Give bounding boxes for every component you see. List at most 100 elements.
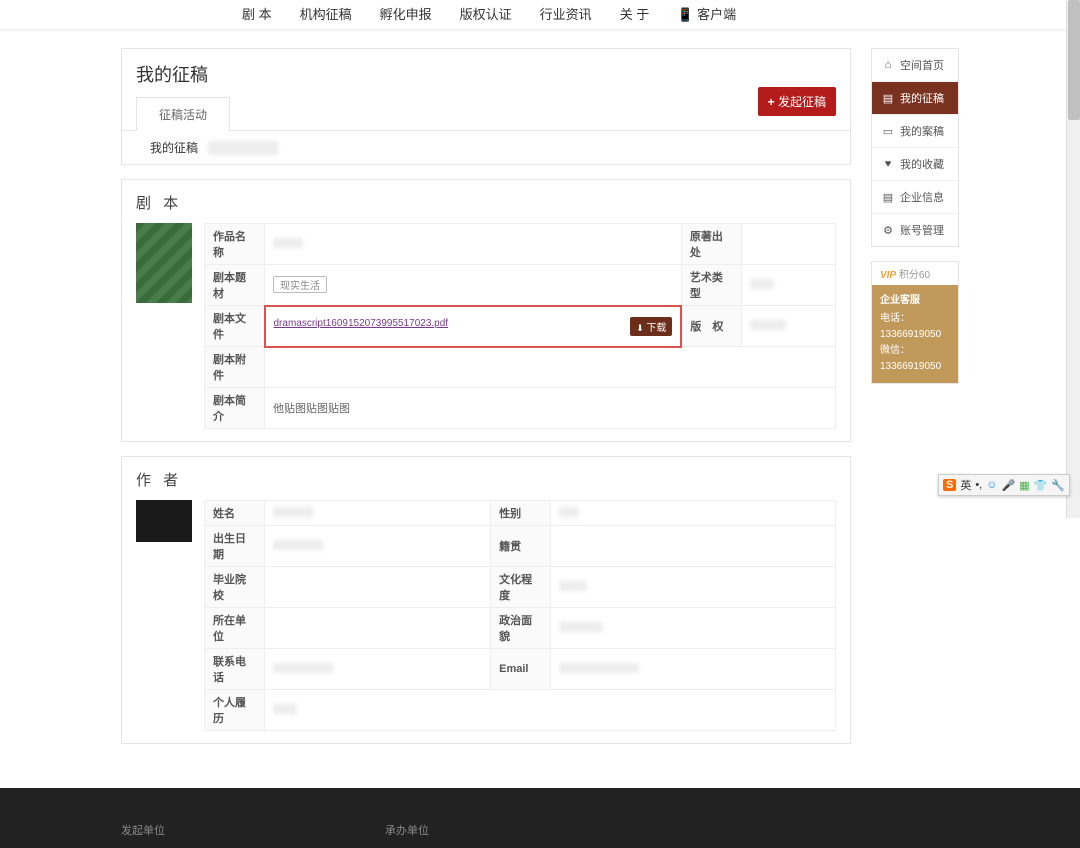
case-icon: ▭: [882, 125, 894, 137]
label-copyright: 版 权: [681, 306, 741, 347]
page-title: 我的征稿: [136, 61, 836, 87]
vip-box: VIP 积分60 企业客服 电话： 13366919050 微信： 13366919…: [871, 261, 959, 384]
vip-phone-label: 电话：: [880, 313, 910, 324]
ime-voice-icon[interactable]: 🎤: [1001, 479, 1015, 492]
label-birth: 出生日期: [205, 526, 265, 567]
sidebar-item-my-drafts[interactable]: ▭ 我的案稿: [872, 115, 958, 148]
gear-icon: ⚙: [882, 224, 894, 236]
download-button[interactable]: 下载: [630, 317, 672, 336]
theme-tag: 现实生活: [273, 276, 327, 293]
nav-copyright[interactable]: 版权认证: [446, 0, 526, 30]
nav-incubate[interactable]: 孵化申报: [366, 0, 446, 30]
author-section-title: 作 者: [136, 469, 836, 490]
doc-icon: ▤: [882, 92, 894, 104]
sidebar-item-company[interactable]: ▤ 企业信息: [872, 181, 958, 214]
script-poster: [136, 223, 192, 303]
author-detail-table: 姓名 性别 出生日期 籍贯 毕业院校 文化程度: [204, 500, 836, 731]
ime-tools-icon[interactable]: 👕: [1034, 479, 1048, 492]
label-work-name: 作品名称: [205, 224, 265, 265]
footer-left: 发起单位: [121, 822, 165, 838]
redacted-value: [750, 279, 774, 289]
heart-icon: ♥: [882, 158, 894, 170]
label-intro: 剧本简介: [205, 388, 265, 429]
vip-wechat: 13366919050: [880, 361, 941, 372]
label-school: 毕业院校: [205, 567, 265, 608]
ime-settings-icon[interactable]: 🔧: [1051, 479, 1065, 492]
home-icon: ⌂: [882, 59, 894, 71]
sidebar-item-my-calls[interactable]: ▤ 我的征稿: [872, 82, 958, 115]
sidebar-item-label: 账号管理: [900, 222, 944, 238]
label-name: 姓名: [205, 501, 265, 526]
nav-client[interactable]: 📱 客户端: [663, 0, 750, 30]
sogou-icon[interactable]: S: [943, 479, 956, 491]
vip-points: 积分60: [899, 270, 930, 281]
ime-lang[interactable]: 英: [960, 477, 971, 493]
ime-emoji-icon[interactable]: ☺: [986, 479, 997, 491]
vip-body: 企业客服 电话： 13366919050 微信： 13366919050: [872, 285, 958, 383]
label-attachment: 剧本附件: [205, 347, 265, 388]
nav-about[interactable]: 关 于: [606, 0, 664, 30]
redacted-value: [273, 704, 297, 714]
page-footer: 发起单位 承办单位: [0, 788, 1080, 848]
ime-toolbar[interactable]: S 英 •, ☺ 🎤 ▦ 👕 🔧: [938, 474, 1070, 496]
redacted-value: [559, 663, 639, 673]
script-file-link[interactable]: dramascript1609152073995517023.pdf: [274, 318, 449, 329]
label-phone: 联系电话: [205, 649, 265, 690]
school-value: [265, 567, 491, 608]
sidebar-item-label: 企业信息: [900, 189, 944, 205]
info-icon: ▤: [882, 191, 894, 203]
launch-call-button[interactable]: 发起征稿: [758, 87, 836, 116]
sidebar-item-label: 我的征稿: [900, 90, 944, 106]
label-art-type: 艺术类型: [681, 265, 741, 306]
tab-call-activity[interactable]: 征稿活动: [136, 97, 230, 131]
label-politics: 政治面貌: [491, 608, 551, 649]
scrollbar-thumb[interactable]: [1068, 0, 1080, 120]
label-nationality: 籍贯: [491, 526, 551, 567]
sidebar-item-label: 我的案稿: [900, 123, 944, 139]
nav-news[interactable]: 行业资讯: [526, 0, 606, 30]
nav-script[interactable]: 剧 本: [228, 0, 286, 30]
redacted-value: [750, 320, 786, 330]
redacted-value: [273, 663, 333, 673]
footer-right: 承办单位: [385, 822, 429, 838]
redacted-value: [559, 507, 579, 517]
vip-tag: VIP: [880, 270, 896, 281]
ime-skin-icon[interactable]: ▦: [1019, 479, 1029, 492]
label-unit: 所在单位: [205, 608, 265, 649]
scrollbar[interactable]: [1066, 0, 1080, 518]
nav-org-call[interactable]: 机构征稿: [286, 0, 366, 30]
label-email: Email: [491, 649, 551, 690]
label-script-file: 剧本文件: [205, 306, 265, 347]
redacted-value: [273, 238, 303, 248]
redacted-value: [273, 507, 313, 517]
sidebar-item-home[interactable]: ⌂ 空间首页: [872, 49, 958, 82]
redacted-value: [559, 622, 603, 632]
label-resume: 个人履历: [205, 690, 265, 731]
my-drafts-row: 我的征稿: [136, 131, 836, 164]
intro-value: 他贴图贴图贴图: [265, 388, 836, 429]
side-menu: ⌂ 空间首页 ▤ 我的征稿 ▭ 我的案稿 ♥ 我的收藏 ▤ 企业信息 ⚙ 账号管…: [871, 48, 959, 247]
vip-head: VIP 积分60: [872, 262, 958, 285]
sidebar-item-account[interactable]: ⚙ 账号管理: [872, 214, 958, 246]
script-section-title: 剧 本: [136, 192, 836, 213]
sidebar-item-favorites[interactable]: ♥ 我的收藏: [872, 148, 958, 181]
author-section: 作 者 姓名 性别 出生日期 籍贯: [121, 456, 851, 744]
redacted-value: [273, 540, 323, 550]
script-file-cell: dramascript1609152073995517023.pdf 下载: [265, 306, 682, 347]
redacted-value: [559, 581, 587, 591]
vip-wechat-label: 微信：: [880, 345, 910, 356]
script-detail-table: 作品名称 原著出处 剧本题材 现实生活 艺术类型 剧本文件: [204, 223, 836, 429]
script-section: 剧 本 作品名称 原著出处 剧本题材 现实生活 艺术类型: [121, 179, 851, 442]
vip-title: 企业客服: [880, 293, 950, 309]
sidebar-item-label: 我的收藏: [900, 156, 944, 172]
tabs: 征稿活动: [122, 97, 850, 131]
redacted-value: [208, 141, 278, 155]
ime-punct-icon[interactable]: •,: [975, 479, 982, 491]
vip-phone: 13366919050: [880, 329, 941, 340]
page-body: 我的征稿 征稿活动 发起征稿 我的征稿 剧 本 作品名称 原著出处: [121, 30, 959, 758]
header-card: 我的征稿 征稿活动 发起征稿 我的征稿: [121, 48, 851, 165]
label-edu: 文化程度: [491, 567, 551, 608]
my-drafts-label: 我的征稿: [150, 139, 198, 156]
label-source: 原著出处: [681, 224, 741, 265]
label-gender: 性别: [491, 501, 551, 526]
